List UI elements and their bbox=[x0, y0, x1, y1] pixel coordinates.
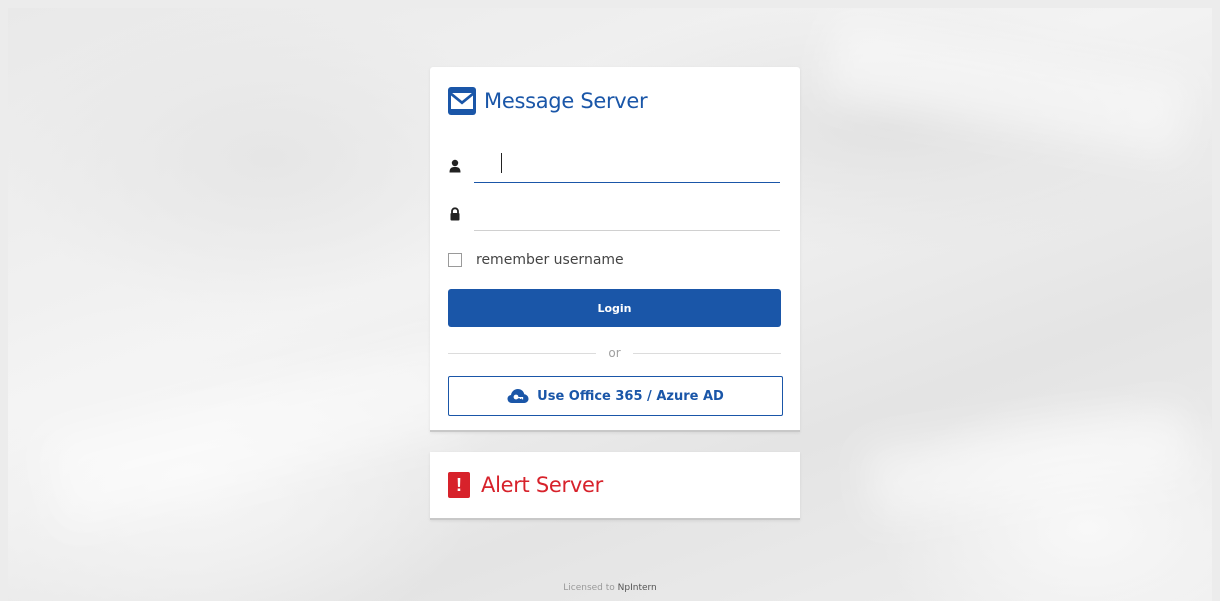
password-row bbox=[448, 195, 782, 231]
divider-label: or bbox=[608, 346, 621, 360]
or-divider: or bbox=[448, 343, 781, 363]
envelope-icon bbox=[448, 87, 476, 115]
office365-login-button[interactable]: Use Office 365 / Azure AD bbox=[448, 376, 783, 416]
cloud-key-icon bbox=[507, 388, 529, 404]
alert-server-title: Alert Server bbox=[481, 473, 603, 497]
divider-line-left bbox=[448, 352, 597, 354]
text-cursor bbox=[501, 153, 502, 173]
username-row bbox=[448, 147, 782, 183]
app-title: Message Server bbox=[484, 89, 648, 113]
alert-server-brand: ! Alert Server bbox=[448, 472, 603, 498]
user-icon bbox=[448, 159, 462, 173]
remember-username: remember username bbox=[448, 252, 624, 268]
password-input[interactable] bbox=[474, 195, 780, 231]
login-card: Message Server remember username Login o… bbox=[430, 67, 800, 432]
remember-username-label[interactable]: remember username bbox=[476, 252, 624, 268]
lock-icon bbox=[448, 207, 462, 221]
license-org: NpIntern bbox=[617, 583, 657, 593]
office365-login-label: Use Office 365 / Azure AD bbox=[537, 388, 724, 404]
username-input[interactable] bbox=[474, 147, 780, 183]
app-brand: Message Server bbox=[448, 86, 648, 116]
alert-server-card[interactable]: ! Alert Server bbox=[430, 452, 800, 520]
license-prefix: Licensed to bbox=[563, 583, 618, 593]
remember-username-checkbox[interactable] bbox=[448, 253, 462, 267]
divider-line-right bbox=[632, 352, 781, 354]
exclamation-icon: ! bbox=[448, 472, 470, 498]
login-button[interactable]: Login bbox=[448, 289, 781, 327]
license-footer: Licensed to NpIntern bbox=[0, 583, 1220, 593]
